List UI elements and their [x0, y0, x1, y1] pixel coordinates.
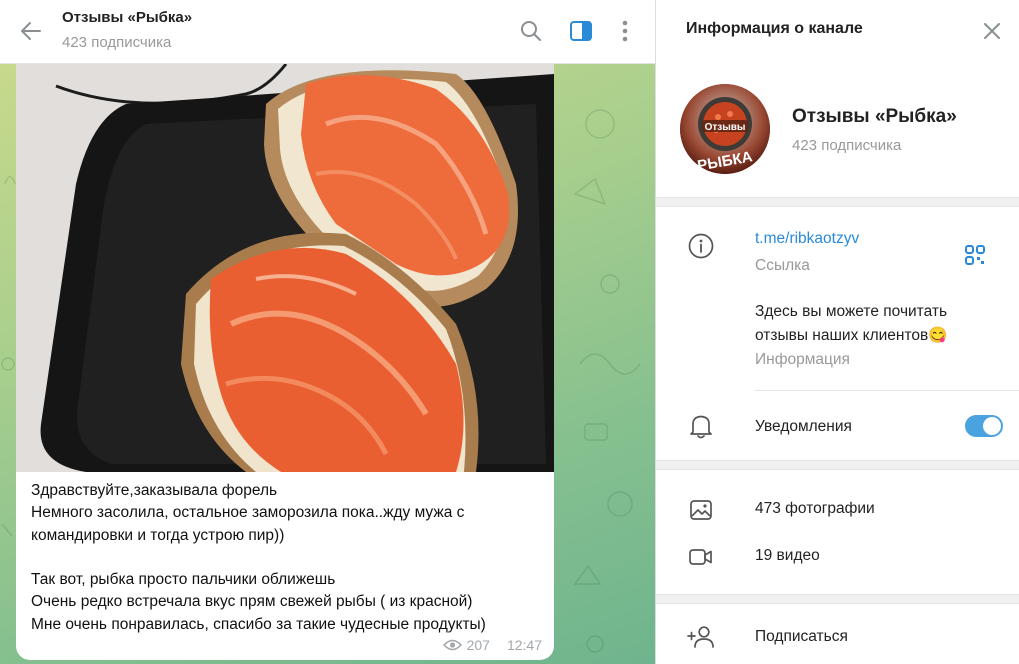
photo-icon-wrap: [686, 495, 716, 525]
bell-icon-wrap: [686, 411, 716, 441]
message-line: Здравствуйте,заказывала форель: [31, 482, 278, 499]
message-line: [31, 547, 546, 569]
info-icon: [688, 233, 714, 259]
add-user-icon-wrap: [686, 622, 716, 652]
subscribe-button[interactable]: Подписаться: [755, 628, 848, 646]
more-vertical-icon: [622, 20, 628, 42]
section-divider: [656, 460, 1019, 470]
channel-logo: Отзывы РЫБКА: [680, 84, 770, 174]
link-label: Ссылка: [755, 257, 810, 274]
search-icon: [521, 21, 541, 41]
more-button[interactable]: [608, 14, 642, 48]
photo-icon: [690, 500, 712, 520]
chat-area: Отзывы «Рыбка» 423 подписчика Здравствуй…: [0, 0, 655, 664]
back-arrow-icon: [21, 22, 41, 40]
description-label: Информация: [755, 351, 850, 368]
description-line: Здесь вы можете почитать: [755, 303, 948, 320]
message-photo[interactable]: [16, 64, 554, 472]
channel-name: Отзывы «Рыбка»: [792, 106, 957, 127]
channel-avatar[interactable]: Отзывы РЫБКА: [680, 84, 770, 174]
channel-info-panel: Информация о канале Отзывы РЫБКА Отзывы: [655, 0, 1019, 664]
close-icon: [984, 23, 1000, 39]
row-divider: [755, 390, 1019, 391]
notifications-toggle[interactable]: [965, 415, 1003, 437]
message-line: Мне очень понравилась, спасибо за такие …: [31, 615, 486, 633]
avatar-logo-text-top: Отзывы: [705, 122, 746, 133]
sidebar-toggle-button[interactable]: [564, 14, 598, 48]
videos-count: 19 видео: [755, 547, 820, 564]
channel-link[interactable]: t.me/ribkaotzyv: [755, 230, 859, 248]
add-user-icon: [687, 626, 714, 648]
bell-icon: [690, 415, 712, 439]
view-count: 207: [466, 637, 490, 653]
chat-header: Отзывы «Рыбка» 423 подписчика: [0, 0, 655, 64]
video-icon-wrap: [686, 542, 716, 572]
qr-code-button[interactable]: [960, 240, 990, 270]
section-divider: [656, 594, 1019, 604]
description-line: отзывы наших клиентов😋: [755, 327, 948, 344]
message-line: Так вот, рыбка просто пальчики оближешь: [31, 571, 336, 589]
search-button[interactable]: [514, 14, 548, 48]
notifications-label: Уведомления: [755, 418, 852, 435]
message-time: 12:47: [506, 637, 542, 653]
section-divider: [656, 197, 1019, 207]
back-button[interactable]: [14, 14, 48, 48]
eye-icon: [442, 639, 462, 651]
photos-count: 473 фотографии: [755, 500, 875, 517]
panel-title: Информация о канале: [686, 20, 863, 37]
close-button[interactable]: [977, 16, 1007, 46]
toggle-knob: [983, 417, 1001, 435]
message-line: командировки и тогда устрою пир)): [31, 526, 285, 544]
message-meta: 207 12:47: [442, 637, 542, 653]
chat-title[interactable]: Отзывы «Рыбка»: [62, 9, 192, 26]
channel-subscribers: 423 подписчика: [792, 137, 902, 154]
chat-subscriber-count: 423 подписчика: [62, 34, 172, 51]
salmon-sandwich-photo: [16, 64, 554, 472]
channel-description: Здесь вы можете почитать отзывы наших кл…: [755, 300, 948, 348]
message-bubble[interactable]: Здравствуйте,заказывала форель Немного з…: [16, 64, 554, 660]
sidebar-toggle-icon: [570, 21, 592, 41]
info-icon-wrap: [686, 231, 716, 261]
message-text: Здравствуйте,заказывала форель Немного з…: [31, 480, 546, 636]
qr-code-icon: [965, 245, 985, 265]
message-line: Немного засолила, остальное заморозила п…: [31, 504, 465, 522]
video-icon: [689, 549, 712, 565]
message-line: Очень редко встречала вкус прям свежей р…: [31, 593, 473, 611]
